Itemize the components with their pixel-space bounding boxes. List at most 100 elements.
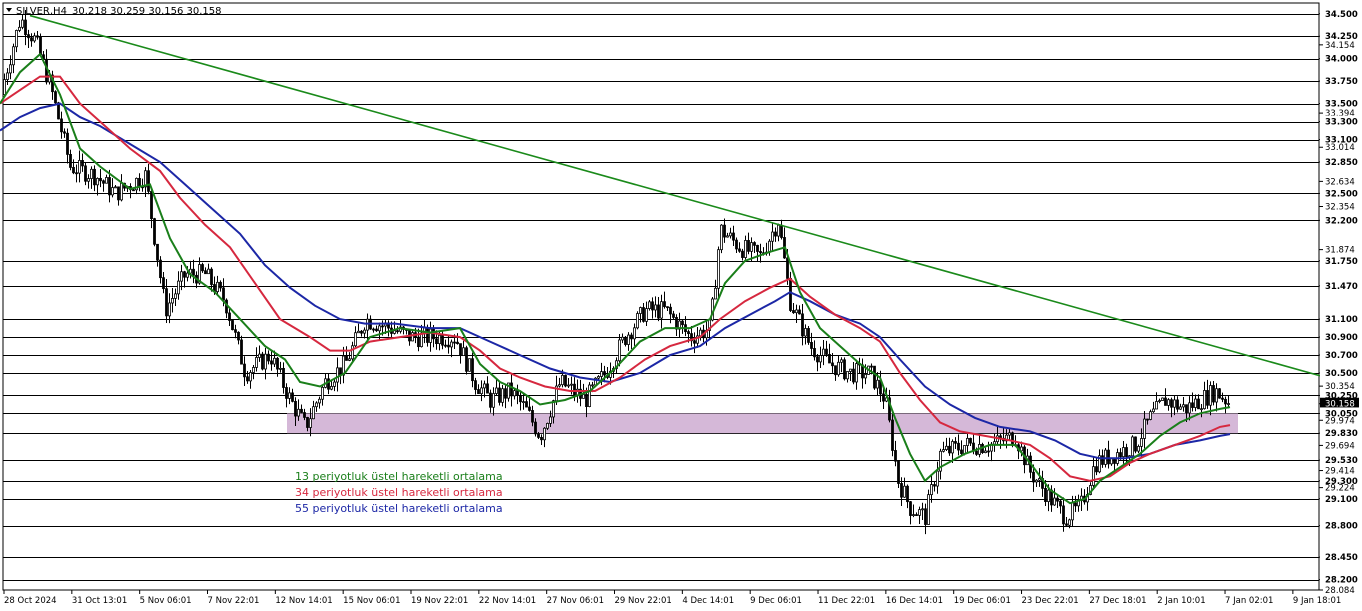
candle-body [75,172,78,175]
candle-body [627,334,630,345]
candle-body [1137,446,1140,452]
candle-body [6,72,9,80]
candle-body [255,357,258,368]
candle-body [69,154,72,168]
candle-body [570,383,573,386]
x-tick-label: 27 Dec 18:01 [1089,596,1146,606]
y-tick-label: 31.100 [1325,315,1358,325]
candle-body [750,242,753,252]
candle-body [813,348,816,358]
candle-body [177,280,180,295]
candle-body [633,327,636,340]
y-tick-label: 29.530 [1325,456,1358,466]
candle-body [447,344,450,348]
candle-body [942,449,945,452]
candle-body [963,445,966,454]
candle-body [87,178,90,182]
candle-body [909,501,912,516]
chart-background [0,0,1362,611]
x-tick-label: 15 Nov 06:01 [343,596,400,606]
candle-body [915,514,918,517]
candle-body [807,328,810,343]
candle-body [864,374,867,379]
candle-body [330,386,333,390]
x-tick-label: 9 Dec 06:01 [750,596,802,606]
candle-body [735,239,738,250]
candle-body [348,358,351,361]
candle-body [924,508,927,525]
y-tick-label: 33.300 [1325,118,1358,128]
candle-body [207,268,210,275]
candle-body [480,387,483,395]
candle-body [510,382,513,397]
candle-body [822,348,825,356]
candle-body [1164,397,1167,406]
candle-body [519,394,522,403]
candle-body [573,383,576,396]
candle-body [546,423,549,429]
candle-body [66,132,69,155]
candle-body [306,417,309,428]
candle-body [267,353,270,362]
candle-body [1152,408,1155,413]
candle-body [1092,466,1095,486]
candle-body [966,437,969,446]
candle-body [804,328,807,337]
candle-body [873,365,876,389]
candle-body [1008,432,1011,436]
candle-body [483,383,486,389]
candle-body [477,389,480,395]
candle-body [1212,385,1215,403]
candle-body [345,355,348,361]
candle-body [558,384,561,387]
candle-body [843,359,846,380]
candle-body [969,437,972,444]
candle-body [282,367,285,388]
candle-body [300,408,303,413]
y-tick-label: 33.014 [1325,143,1355,153]
candle-body [1197,398,1200,410]
candle-body [795,309,798,314]
candle-body [60,118,63,133]
candle-body [960,449,963,454]
candle-body [78,160,81,174]
candle-body [165,288,168,317]
candle-body [513,390,516,397]
candle-body [1056,497,1059,502]
candle-body [27,34,30,39]
symbol-name: SILVER,H4 [16,6,67,17]
candle-body [1074,502,1077,507]
candle-body [333,381,336,387]
candle-body [54,91,57,104]
candle-body [540,436,543,441]
candle-body [1140,438,1143,447]
y-tick-label: 28.800 [1325,522,1358,532]
candle-body [681,320,684,326]
candle-body [870,365,873,368]
y-tick-label: 32.500 [1325,189,1358,199]
candle-body [1095,466,1098,473]
candle-body [948,445,951,454]
candle-body [501,388,504,403]
candle-body [825,348,828,355]
price-chart[interactable]: 34.50034.25034.15434.00033.75033.50033.3… [0,0,1362,611]
candle-body [132,189,135,192]
candle-body [321,386,324,400]
candle-body [1203,390,1206,410]
candle-body [486,383,489,394]
candle-body [1176,399,1179,410]
candle-body [639,307,642,314]
candle-body [288,392,291,399]
candle-body [270,360,273,365]
candle-body [732,232,735,241]
candle-body [1059,500,1062,507]
y-tick-label: 32.634 [1325,177,1355,187]
candle-body [642,307,645,322]
candle-body [1044,487,1047,502]
y-tick-label: 30.700 [1325,351,1358,361]
candle-body [39,36,42,56]
y-tick-label: 32.200 [1325,216,1358,226]
y-tick-label: 29.100 [1325,495,1358,505]
candle-body [720,224,723,251]
candle-body [108,177,111,196]
